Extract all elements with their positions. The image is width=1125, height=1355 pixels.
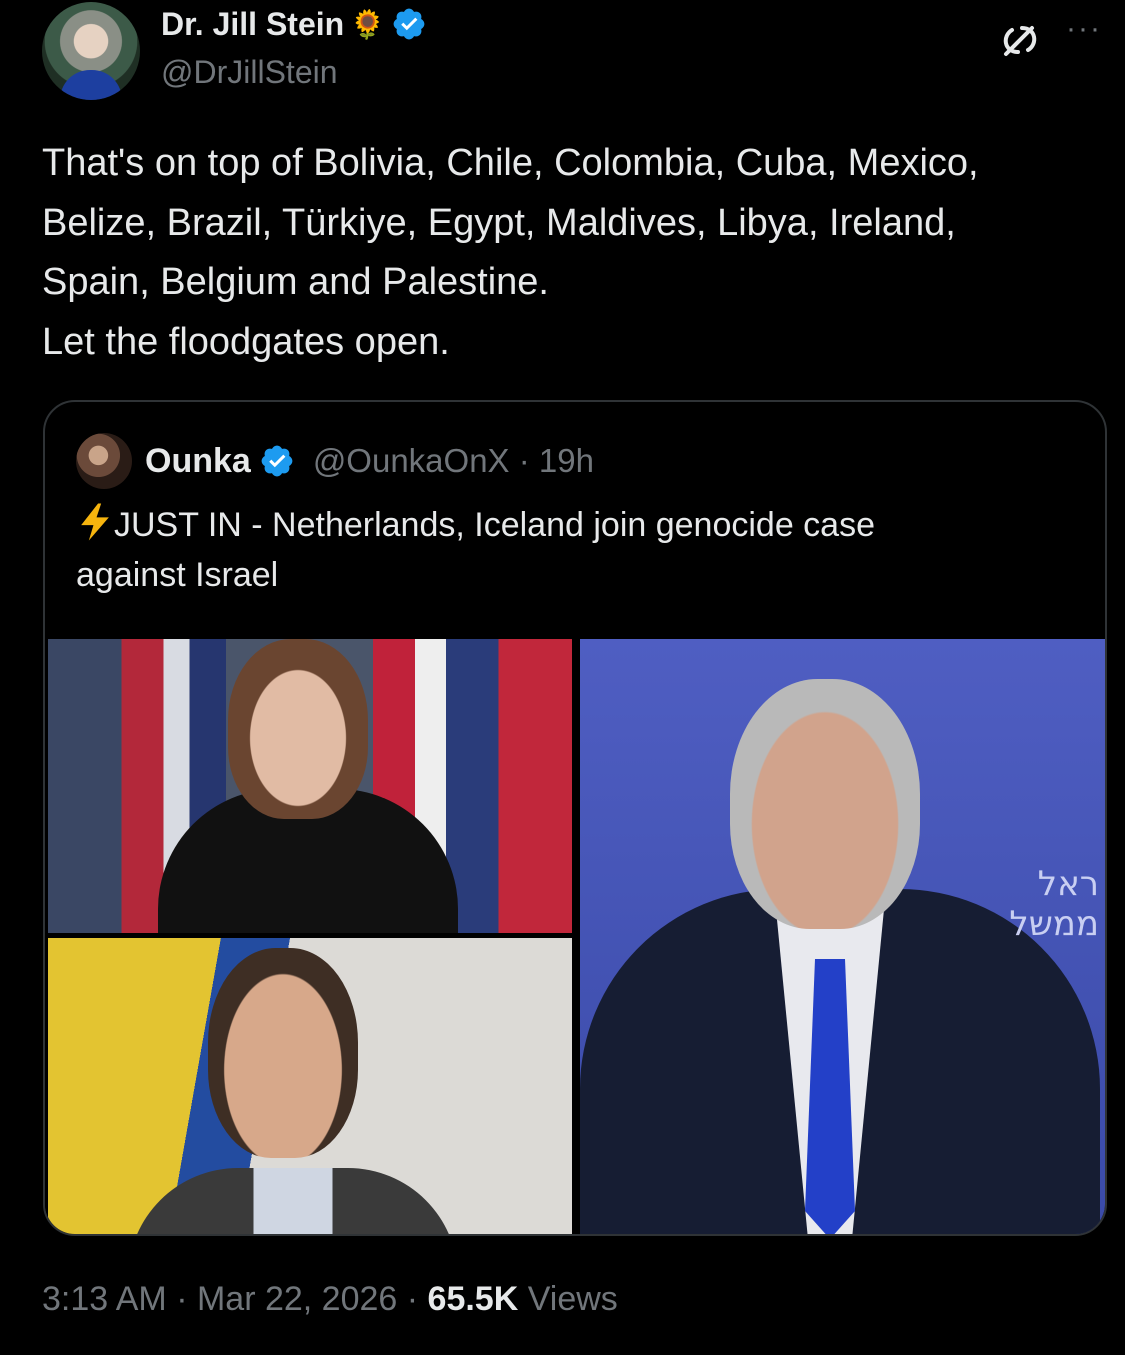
photo-figure-head bbox=[228, 639, 368, 819]
tweet-line-4: Let the floodgates open. bbox=[42, 320, 450, 363]
quote-header: Ounka @OunkaOnX · 19h bbox=[145, 438, 594, 484]
author-handle[interactable]: @DrJillStein bbox=[161, 54, 338, 91]
tweet-line-2: Belize, Brazil, Türkiye, Egypt, Maldives… bbox=[42, 201, 956, 244]
author-display-name[interactable]: Dr. Jill Stein bbox=[161, 6, 344, 43]
tweet-timestamp[interactable]: 3:13 AM · Mar 22, 2026 · bbox=[42, 1280, 428, 1318]
lightning-icon bbox=[81, 503, 109, 541]
quote-verified-badge-icon bbox=[261, 445, 293, 477]
tweet-line-3: Spain, Belgium and Palestine. bbox=[42, 261, 549, 303]
quote-text-line-1: JUST IN - Netherlands, Iceland join geno… bbox=[114, 506, 875, 544]
tweet-meta: 3:13 AM · Mar 22, 2026 · 65.5K Views bbox=[42, 1280, 618, 1319]
avatar-shoulders bbox=[60, 70, 122, 100]
photo-figure-head bbox=[208, 948, 358, 1158]
views-count: 65.5K bbox=[427, 1280, 519, 1318]
tweet-line-1: That's on top of Bolivia, Chile, Colombi… bbox=[42, 142, 979, 184]
photo-woman-flags[interactable] bbox=[48, 639, 572, 933]
views-label: Views bbox=[518, 1280, 618, 1318]
grok-icon[interactable] bbox=[998, 20, 1042, 60]
author-name-row[interactable]: Dr. Jill Stein 🌻 bbox=[161, 4, 427, 44]
quote-handle-time[interactable]: @OunkaOnX · 19h bbox=[313, 442, 594, 480]
quoted-tweet-card[interactable]: Ounka @OunkaOnX · 19h JUST IN - Netherla… bbox=[43, 400, 1107, 1236]
quote-author-avatar[interactable] bbox=[76, 433, 132, 489]
sunflower-emoji: 🌻 bbox=[350, 8, 386, 40]
quote-media-grid: ראל ממשל bbox=[45, 636, 1105, 1234]
verified-badge-icon bbox=[393, 8, 425, 40]
photo-figure-body bbox=[128, 1168, 458, 1234]
quote-author-name[interactable]: Ounka bbox=[145, 442, 251, 481]
tweet-text: That's on top of Bolivia, Chile, Colombi… bbox=[42, 134, 1112, 372]
photo-man-yellow-blue-flag[interactable] bbox=[48, 938, 572, 1234]
author-avatar[interactable] bbox=[42, 2, 140, 100]
quote-text: JUST IN - Netherlands, Iceland join geno… bbox=[76, 500, 1076, 600]
more-icon[interactable]: ··· bbox=[1066, 12, 1102, 46]
quote-text-line-2: against Israel bbox=[76, 556, 279, 594]
photo-backdrop-text: ראל ממשל bbox=[1009, 864, 1099, 944]
photo-man-blue-backdrop[interactable]: ראל ממשל bbox=[580, 639, 1105, 1234]
photo-figure-head bbox=[730, 679, 920, 929]
